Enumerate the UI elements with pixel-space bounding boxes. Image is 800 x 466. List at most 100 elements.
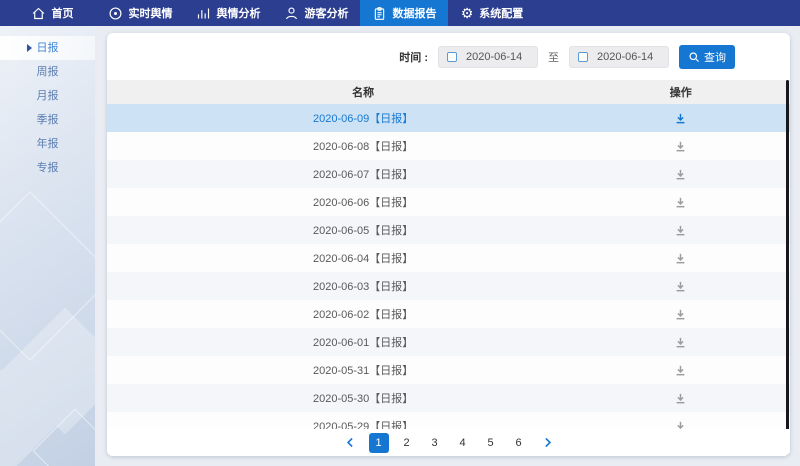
sidebar-item-label: 年报 (37, 138, 59, 150)
table-row[interactable]: 2020-06-01【日报】 (107, 328, 790, 356)
sidebar-item-weekly[interactable]: 周报 (0, 60, 95, 84)
table-row[interactable]: 2020-06-03【日报】 (107, 272, 790, 300)
filter-bar: 时间 : 2020-06-14 至 2020-06-14 查询 (107, 33, 790, 80)
page-button-5[interactable]: 5 (481, 433, 501, 453)
report-name[interactable]: 2020-06-04【日报】 (107, 250, 619, 266)
table-row[interactable]: 2020-06-08【日报】 (107, 132, 790, 160)
gear-icon: ⚙ (461, 6, 474, 20)
table-row[interactable]: 2020-06-05【日报】 (107, 216, 790, 244)
user-icon (284, 6, 299, 21)
report-name[interactable]: 2020-06-06【日报】 (107, 194, 619, 210)
date-from-value: 2020-06-14 (466, 51, 522, 63)
report-name[interactable]: 2020-06-07【日报】 (107, 166, 619, 182)
column-header-action: 操作 (619, 84, 742, 100)
report-name[interactable]: 2020-06-02【日报】 (107, 306, 619, 322)
table-row[interactable]: 2020-06-07【日报】 (107, 160, 790, 188)
nav-item-settings[interactable]: ⚙ 系统配置 (448, 0, 536, 26)
page-button-3[interactable]: 3 (425, 433, 445, 453)
sidebar-item-daily[interactable]: 日报 (0, 36, 95, 60)
chevron-right-icon (541, 436, 554, 449)
next-page-button[interactable] (537, 436, 558, 449)
calendar-icon (578, 52, 588, 62)
table-row[interactable]: 2020-06-09【日报】 (107, 104, 790, 132)
report-icon (372, 6, 387, 21)
report-name[interactable]: 2020-06-08【日报】 (107, 138, 619, 154)
download-icon[interactable] (674, 392, 687, 405)
nav-label: 游客分析 (305, 5, 349, 21)
query-button-label: 查询 (704, 49, 726, 65)
sidebar-item-label: 周报 (37, 66, 59, 78)
sidebar-item-monthly[interactable]: 月报 (0, 84, 95, 108)
download-icon[interactable] (674, 364, 687, 377)
sidebar-menu: 日报 周报 月报 季报 年报 专报 (0, 26, 95, 180)
nav-item-visitor[interactable]: 游客分析 (272, 0, 360, 26)
to-label: 至 (548, 49, 559, 65)
sidebar-item-special[interactable]: 专报 (0, 156, 95, 180)
sidebar-item-quarterly[interactable]: 季报 (0, 108, 95, 132)
nav-item-analysis[interactable]: 舆情分析 (184, 0, 272, 26)
report-name[interactable]: 2020-05-30【日报】 (107, 390, 619, 406)
download-icon[interactable] (674, 196, 687, 209)
nav-item-realtime[interactable]: 实时舆情 (96, 0, 184, 26)
table-header: 名称 操作 (107, 80, 790, 104)
report-name[interactable]: 2020-06-01【日报】 (107, 334, 619, 350)
nav-item-report[interactable]: 数据报告 (360, 0, 448, 26)
page-button-4[interactable]: 4 (453, 433, 473, 453)
prev-page-button[interactable] (340, 436, 361, 449)
table-row[interactable]: 2020-06-02【日报】 (107, 300, 790, 328)
pagination: 1 2 3 4 5 6 (107, 429, 790, 456)
home-icon (31, 6, 46, 21)
sidebar-item-label: 月报 (37, 90, 59, 102)
report-name[interactable]: 2020-06-03【日报】 (107, 278, 619, 294)
date-from-input[interactable]: 2020-06-14 (438, 46, 538, 68)
sidebar-item-label: 专报 (37, 162, 59, 174)
sidebar: 日报 周报 月报 季报 年报 专报 (0, 26, 95, 466)
table-row[interactable]: 2020-06-06【日报】 (107, 188, 790, 216)
chevron-left-icon (344, 436, 357, 449)
download-icon[interactable] (674, 280, 687, 293)
download-icon[interactable] (674, 112, 687, 125)
table-row[interactable]: 2020-05-30【日报】 (107, 384, 790, 412)
nav-item-home[interactable]: 首页 (8, 0, 96, 26)
sidebar-item-label: 日报 (37, 42, 59, 54)
report-name[interactable]: 2020-05-29【日报】 (107, 418, 619, 429)
report-name[interactable]: 2020-05-31【日报】 (107, 362, 619, 378)
main-area: 时间 : 2020-06-14 至 2020-06-14 查询 (95, 26, 800, 466)
nav-label: 系统配置 (479, 5, 523, 21)
date-to-input[interactable]: 2020-06-14 (569, 46, 669, 68)
table-row[interactable]: 2020-05-31【日报】 (107, 356, 790, 384)
scrollbar-thumb[interactable] (786, 80, 789, 456)
sidebar-item-yearly[interactable]: 年报 (0, 132, 95, 156)
content-card: 时间 : 2020-06-14 至 2020-06-14 查询 (107, 33, 790, 456)
download-icon[interactable] (674, 308, 687, 321)
nav-label: 首页 (52, 5, 74, 21)
sidebar-item-label: 季报 (37, 114, 59, 126)
eye-icon (108, 6, 123, 21)
top-nav: 首页 实时舆情 舆情分析 游客分析 数据报告 ⚙ (0, 0, 800, 26)
screen: 首页 实时舆情 舆情分析 游客分析 数据报告 ⚙ (0, 0, 800, 466)
column-header-name: 名称 (107, 84, 619, 100)
download-icon[interactable] (674, 168, 687, 181)
search-icon (688, 51, 700, 63)
calendar-icon (447, 52, 457, 62)
download-icon[interactable] (674, 140, 687, 153)
download-icon[interactable] (674, 336, 687, 349)
report-name[interactable]: 2020-06-05【日报】 (107, 222, 619, 238)
page-button-2[interactable]: 2 (397, 433, 417, 453)
report-name[interactable]: 2020-06-09【日报】 (107, 110, 619, 126)
nav-label: 数据报告 (393, 5, 437, 21)
download-icon[interactable] (674, 224, 687, 237)
bar-chart-icon (196, 6, 211, 21)
active-arrow-icon (27, 44, 32, 52)
page-button-6[interactable]: 6 (509, 433, 529, 453)
download-icon[interactable] (674, 420, 687, 430)
nav-label: 舆情分析 (217, 5, 261, 21)
table-body: 2020-06-09【日报】 2020-06-08【日报】 2020-06-07… (107, 104, 790, 429)
table-row[interactable]: 2020-06-04【日报】 (107, 244, 790, 272)
date-to-value: 2020-06-14 (597, 51, 653, 63)
nav-label: 实时舆情 (129, 5, 173, 21)
page-button-1[interactable]: 1 (369, 433, 389, 453)
download-icon[interactable] (674, 252, 687, 265)
table-row[interactable]: 2020-05-29【日报】 (107, 412, 790, 429)
query-button[interactable]: 查询 (679, 45, 735, 69)
